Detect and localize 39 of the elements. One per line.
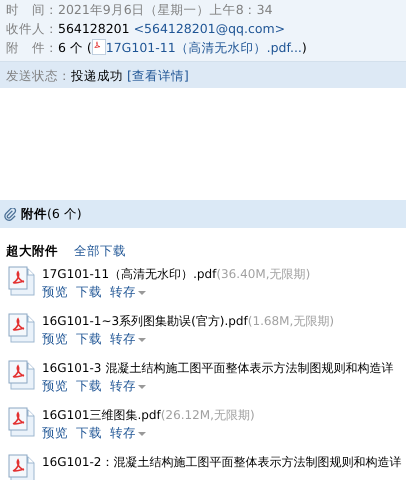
status-value: 投递成功 xyxy=(71,68,123,83)
recipient-name: 564128201 xyxy=(58,21,130,36)
save-to-dropdown[interactable]: 转存 xyxy=(110,330,146,347)
download-all-link[interactable]: 全部下载 xyxy=(74,242,126,260)
section-label: 超大附件 xyxy=(6,242,58,260)
pdf-file-icon xyxy=(8,266,36,298)
field-label: 时 间： xyxy=(6,2,58,17)
file-name: 16G101三维图集.pdf(26.12M,无限期) xyxy=(42,407,255,424)
attachment-count: 6 个 ( xyxy=(58,40,92,55)
save-to-dropdown[interactable]: 转存 xyxy=(110,424,146,441)
details-link[interactable]: [查看详情] xyxy=(126,68,189,83)
preview-link[interactable]: 预览 xyxy=(42,424,68,441)
paperclip-icon xyxy=(4,208,17,220)
field-label: 附 件： xyxy=(6,40,58,55)
file-name: 16G101-1~3系列图集勘误(官方).pdf(1.68M,无限期) xyxy=(42,313,334,330)
download-link[interactable]: 下载 xyxy=(76,377,102,394)
bracket-text: ) xyxy=(302,40,307,55)
pdf-file-icon xyxy=(8,360,36,392)
field-label: 收件人： xyxy=(6,21,58,36)
attachment-link[interactable]: 17G101-11（高清无水印）.pdf... xyxy=(106,40,302,55)
attachments-title: 附件(6 个) xyxy=(21,205,82,223)
save-to-dropdown[interactable]: 转存 xyxy=(110,377,146,394)
download-link[interactable]: 下载 xyxy=(76,330,102,347)
file-name: 16G101-3 混凝土结构施工图平面整体表示方法制图规则和构造详 xyxy=(42,360,394,377)
download-link[interactable]: 下载 xyxy=(76,283,102,300)
status-label: 发送状态： xyxy=(6,68,71,83)
pdf-file-icon xyxy=(8,407,36,439)
file-name: 17G101-11（高清无水印）.pdf(36.40M,无限期) xyxy=(42,266,310,283)
preview-link[interactable]: 预览 xyxy=(42,330,68,347)
save-to-dropdown[interactable]: 转存 xyxy=(110,283,146,300)
recipient-email: <564128201@qq.com> xyxy=(134,21,286,36)
file-name: 16G101-2：混凝土结构施工图平面整体表示方法制图规则和构造详 xyxy=(42,454,402,471)
preview-link[interactable]: 预览 xyxy=(42,283,68,300)
pdf-file-icon xyxy=(8,454,36,480)
download-link[interactable]: 下载 xyxy=(76,424,102,441)
pdf-file-icon xyxy=(8,313,36,345)
preview-link[interactable]: 预览 xyxy=(42,377,68,394)
date-text: 2021年9月6日（星期一）上午8：34 xyxy=(58,2,273,17)
pdf-file-icon xyxy=(92,39,106,55)
